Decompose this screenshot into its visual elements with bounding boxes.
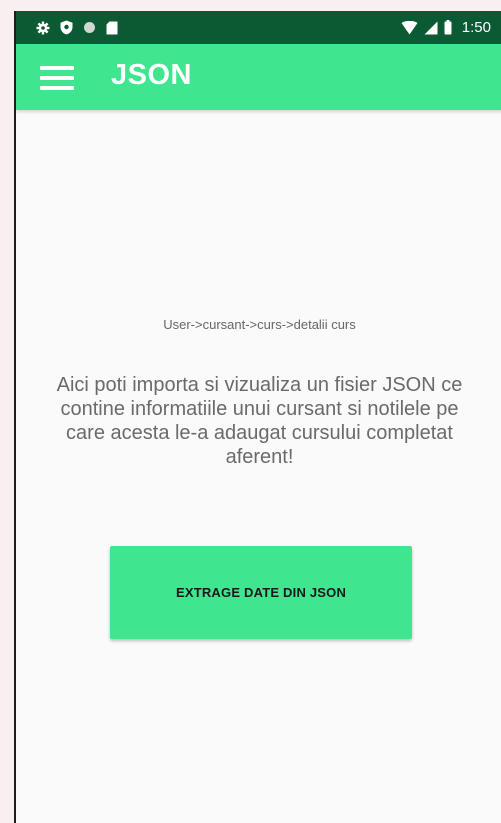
status-bar: 1:50 xyxy=(16,11,501,44)
app-screen: 1:50 JSON User->cursant->curs->detalii c… xyxy=(14,11,501,823)
status-left-icons xyxy=(36,20,118,35)
status-right-icons: 1:50 xyxy=(401,19,491,36)
wifi-icon xyxy=(401,20,418,34)
hamburger-menu-icon[interactable] xyxy=(40,66,74,90)
extract-json-button[interactable]: EXTRAGE DATE DIN JSON xyxy=(110,546,412,639)
description-text: Aici poti importa si vizualiza un fisier… xyxy=(56,374,463,468)
signal-icon xyxy=(424,21,438,34)
app-bar: JSON xyxy=(16,44,501,110)
sd-card-icon xyxy=(106,21,118,34)
settings-icon xyxy=(36,21,50,34)
status-time: 1:50 xyxy=(461,19,491,36)
breadcrumb: User->cursant->curs->detalii curs xyxy=(163,317,356,332)
battery-icon xyxy=(444,20,452,35)
circle-icon xyxy=(84,22,95,33)
shield-icon xyxy=(60,20,73,35)
app-title: JSON xyxy=(111,59,192,91)
